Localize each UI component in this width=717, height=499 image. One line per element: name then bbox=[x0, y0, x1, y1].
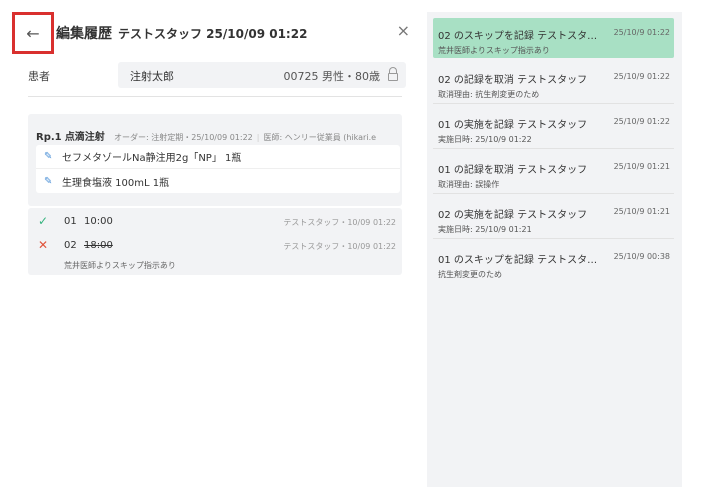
close-icon: × bbox=[396, 21, 410, 40]
patient-name: 注射太郎 bbox=[130, 70, 174, 83]
header: ← 編集履歴 テストスタッフ 25/10/09 01:22 × bbox=[10, 12, 418, 54]
history-time: 25/10/9 01:22 bbox=[613, 117, 670, 126]
history-list: 02 のスキップを記録 テストスタッフ 25/10/9 01:22 荒井医師より… bbox=[427, 12, 682, 487]
close-button[interactable]: × bbox=[397, 21, 410, 40]
history-title: 02 の実施を記録 テストスタッフ bbox=[438, 210, 588, 221]
execution-time: 18:00 bbox=[84, 240, 113, 251]
drug-list: ✎ セフメタゾールNa静注用2g「NP」 1瓶 ✎ 生理食塩液 100mL 1瓶 bbox=[36, 145, 400, 193]
pencil-icon: ✎ bbox=[44, 175, 53, 187]
history-item[interactable]: 01 のスキップを記録 テストスタッフ 25/10/9 00:38 抗生剤変更の… bbox=[433, 242, 674, 284]
drug-item: ✎ 生理食塩液 100mL 1瓶 bbox=[36, 169, 400, 193]
history-detail: 取消理由: 抗生剤変更のため bbox=[438, 90, 540, 99]
edit-history-panel: ← 編集履歴 テストスタッフ 25/10/09 01:22 × 患者 注射太郎 … bbox=[10, 12, 418, 487]
history-detail: 抗生剤変更のため bbox=[438, 270, 502, 279]
history-time: 25/10/9 01:22 bbox=[613, 28, 670, 37]
lock-icon bbox=[388, 67, 398, 81]
divider bbox=[28, 96, 402, 97]
execution-note: 荒井医師よりスキップ指示あり bbox=[64, 261, 176, 270]
patient-box: 注射太郎 00725 男性・80歳 bbox=[118, 62, 406, 88]
history-item[interactable]: 02 の実施を記録 テストスタッフ 25/10/9 01:21 実施日時: 25… bbox=[433, 197, 674, 239]
rp-order: オーダー: 注射定期・25/10/09 01:22 bbox=[114, 133, 253, 142]
history-item[interactable]: 01 の実施を記録 テストスタッフ 25/10/9 01:22 実施日時: 25… bbox=[433, 107, 674, 149]
page-subtitle: テストスタッフ 25/10/09 01:22 bbox=[118, 27, 308, 41]
rp-doctor: 医師: ヘンリー従業員 (hikari.e bbox=[263, 133, 377, 142]
arrow-left-icon: ← bbox=[26, 23, 40, 43]
history-title: 01 のスキップを記録 テストスタッフ bbox=[438, 255, 605, 266]
execution-number: 02 bbox=[64, 240, 77, 251]
execution-time: 10:00 bbox=[84, 216, 113, 227]
execution-row: ✕ 02 18:00 テストスタッフ・10/09 01:22 bbox=[28, 238, 402, 256]
execution-number: 01 bbox=[64, 216, 77, 227]
check-icon: ✓ bbox=[38, 214, 49, 228]
execution-card: ✓ 01 10:00 テストスタッフ・10/09 01:22 ✕ 02 18:0… bbox=[28, 208, 402, 275]
history-detail: 取消理由: 誤操作 bbox=[438, 180, 500, 189]
history-title: 01 の記録を取消 テストスタッフ bbox=[438, 165, 588, 176]
separator: | bbox=[256, 133, 260, 142]
rp-type: 点滴注射 bbox=[64, 132, 105, 143]
history-item[interactable]: 01 の記録を取消 テストスタッフ 25/10/9 01:21 取消理由: 誤操… bbox=[433, 152, 674, 194]
history-title: 02 の記録を取消 テストスタッフ bbox=[438, 75, 588, 86]
patient-row: 患者 注射太郎 00725 男性・80歳 bbox=[10, 62, 406, 90]
rp-number: Rp.1 bbox=[36, 132, 62, 143]
history-time: 25/10/9 01:21 bbox=[613, 207, 670, 216]
execution-meta: テストスタッフ・10/09 01:22 bbox=[283, 242, 396, 251]
history-time: 25/10/9 01:22 bbox=[613, 72, 670, 81]
history-title: 01 の実施を記録 テストスタッフ bbox=[438, 120, 588, 131]
prescription-card: Rp.1 点滴注射 オーダー: 注射定期・25/10/09 01:22 | 医師: … bbox=[28, 114, 402, 206]
history-time: 25/10/9 01:21 bbox=[613, 162, 670, 171]
history-detail: 実施日時: 25/10/9 01:21 bbox=[438, 225, 532, 234]
patient-info: 00725 男性・80歳 bbox=[283, 70, 381, 83]
history-item[interactable]: 02 の記録を取消 テストスタッフ 25/10/9 01:22 取消理由: 抗生… bbox=[433, 62, 674, 104]
drug-name: 生理食塩液 100mL 1瓶 bbox=[62, 177, 170, 189]
patient-label: 患者 bbox=[28, 70, 50, 83]
history-time: 25/10/9 00:38 bbox=[613, 252, 670, 261]
history-detail: 荒井医師よりスキップ指示あり bbox=[438, 46, 550, 55]
execution-row: ✓ 01 10:00 テストスタッフ・10/09 01:22 bbox=[28, 214, 402, 232]
drug-item: ✎ セフメタゾールNa静注用2g「NP」 1瓶 bbox=[36, 145, 400, 169]
history-item[interactable]: 02 のスキップを記録 テストスタッフ 25/10/9 01:22 荒井医師より… bbox=[433, 18, 674, 58]
page-title: 編集履歴 bbox=[56, 26, 112, 42]
pencil-icon: ✎ bbox=[44, 151, 53, 162]
prescription-header: Rp.1 点滴注射 オーダー: 注射定期・25/10/09 01:22 | 医師: … bbox=[36, 128, 400, 143]
execution-meta: テストスタッフ・10/09 01:22 bbox=[283, 218, 396, 227]
drug-name: セフメタゾールNa静注用2g「NP」 1瓶 bbox=[62, 153, 242, 164]
back-button[interactable]: ← bbox=[12, 12, 54, 54]
history-detail: 実施日時: 25/10/9 01:22 bbox=[438, 135, 532, 144]
cross-icon: ✕ bbox=[38, 238, 49, 252]
history-title: 02 のスキップを記録 テストスタッフ bbox=[438, 31, 605, 42]
